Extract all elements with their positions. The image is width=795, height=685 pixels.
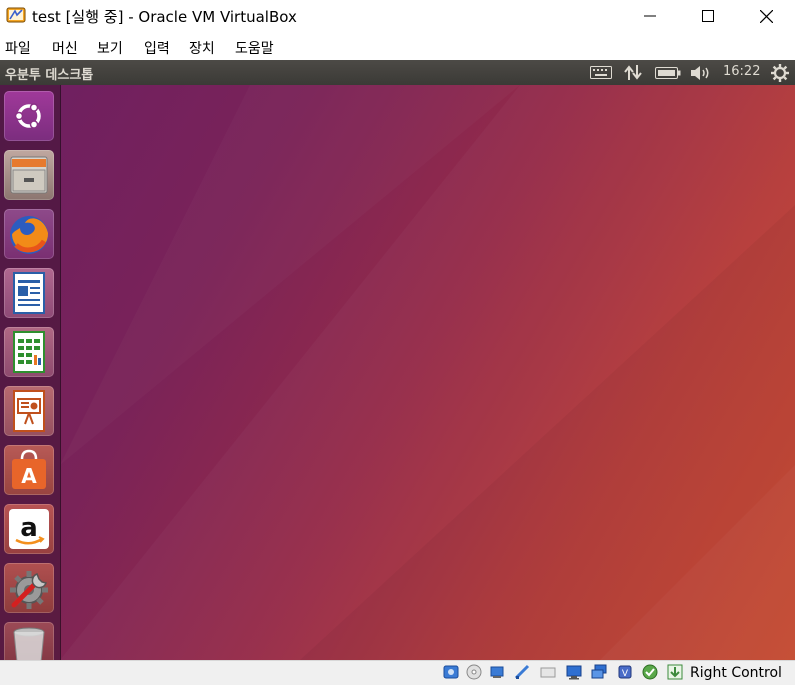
- usb-icon[interactable]: [540, 664, 556, 680]
- maximize-button[interactable]: [679, 0, 737, 32]
- window-title: test [실행 중] - Oracle VM VirtualBox: [32, 8, 297, 26]
- host-key-label[interactable]: Right Control: [690, 665, 782, 681]
- gear-icon[interactable]: [771, 64, 789, 82]
- launcher-dash[interactable]: [4, 91, 54, 141]
- volume-icon[interactable]: [690, 65, 712, 81]
- guest-display[interactable]: 우분투 데스크톱 16:22 A a: [0, 60, 795, 660]
- libreoffice-impress-icon: [13, 390, 45, 432]
- launcher-calc[interactable]: [4, 327, 54, 377]
- panel-title: 우분투 데스크톱: [5, 68, 94, 83]
- launcher-settings[interactable]: [4, 563, 54, 613]
- maximize-icon: [702, 10, 714, 22]
- firefox-icon: [10, 216, 49, 254]
- wallpaper-icon: [300, 205, 795, 660]
- launcher-writer[interactable]: [4, 268, 54, 318]
- panel-clock[interactable]: 16:22: [723, 64, 760, 79]
- shared-folders-icon[interactable]: [566, 664, 582, 680]
- ubuntu-software-icon: A: [12, 449, 46, 489]
- launcher-impress[interactable]: [4, 386, 54, 436]
- close-icon: [759, 9, 773, 23]
- mouse-integration-icon[interactable]: [667, 664, 683, 680]
- menu-input[interactable]: 입력: [144, 38, 170, 58]
- minimize-icon: [644, 15, 656, 17]
- ubuntu-desktop[interactable]: [0, 85, 795, 660]
- launcher-amazon[interactable]: a: [4, 504, 54, 554]
- title-bar: test [실행 중] - Oracle VM VirtualBox: [0, 0, 795, 32]
- network-icon[interactable]: [514, 664, 530, 680]
- launcher-trash[interactable]: [4, 622, 54, 660]
- keyboard-icon[interactable]: [590, 66, 612, 79]
- libreoffice-writer-icon: [13, 272, 45, 314]
- launcher-files[interactable]: [4, 150, 54, 200]
- menu-file[interactable]: 파일: [5, 38, 31, 58]
- minimize-button[interactable]: [621, 0, 679, 32]
- svg-text:V: V: [622, 669, 629, 679]
- libreoffice-calc-icon: [13, 331, 45, 373]
- svg-text:A: A: [21, 464, 37, 488]
- ubuntu-top-panel: 우분투 데스크톱 16:22: [0, 60, 795, 85]
- optical-drive-icon[interactable]: [466, 664, 482, 680]
- system-settings-icon: [10, 571, 48, 609]
- virtualbox-icon: [6, 7, 26, 23]
- cpu-virtualization-icon[interactable]: [642, 664, 658, 680]
- trash-icon: [13, 627, 45, 660]
- launcher-software[interactable]: A: [4, 445, 54, 495]
- display-icon[interactable]: [591, 664, 607, 680]
- menu-help[interactable]: 도움말: [235, 38, 274, 58]
- close-button[interactable]: [737, 0, 795, 32]
- ubuntu-dash-icon: [14, 103, 41, 129]
- files-icon: [10, 156, 48, 194]
- menu-devices[interactable]: 장치: [189, 38, 215, 58]
- audio-icon[interactable]: [490, 664, 506, 680]
- battery-icon[interactable]: [655, 67, 681, 79]
- hard-disk-icon[interactable]: [443, 664, 459, 680]
- ubuntu-launcher: A a: [0, 85, 61, 660]
- launcher-firefox[interactable]: [4, 209, 54, 259]
- network-updown-icon[interactable]: [624, 64, 642, 81]
- amazon-icon: a: [9, 509, 49, 549]
- svg-text:a: a: [20, 513, 38, 543]
- menu-view[interactable]: 보기: [97, 38, 123, 58]
- menu-machine[interactable]: 머신: [52, 38, 78, 58]
- video-capture-icon[interactable]: V: [617, 664, 633, 680]
